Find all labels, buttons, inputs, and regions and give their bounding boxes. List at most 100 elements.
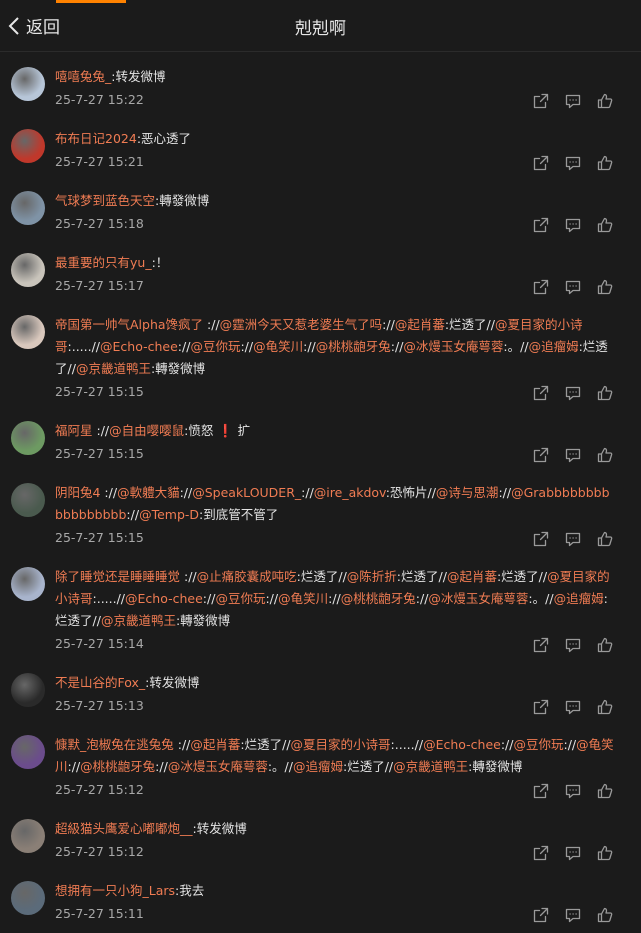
like-button[interactable] [597, 447, 613, 463]
comment-item: 不是山谷的Fox_:转发微博 25-7-27 15:13 [0, 663, 641, 725]
repost-button[interactable] [533, 279, 549, 295]
avatar[interactable] [11, 315, 45, 349]
repost-button[interactable] [533, 217, 549, 233]
username-link[interactable]: 除了睡觉还是睡睡睡觉 [55, 569, 180, 584]
reply-button[interactable] [565, 637, 581, 653]
repost-button[interactable] [533, 845, 549, 861]
like-button[interactable] [597, 93, 613, 109]
reply-button[interactable] [565, 845, 581, 861]
mention-link[interactable]: @起肖蕃 [447, 569, 497, 584]
username-link[interactable]: 气球梦到蓝色天空 [55, 193, 155, 208]
username-link[interactable]: 最重要的只有yu_ [55, 255, 152, 270]
reply-button[interactable] [565, 385, 581, 401]
mention-link[interactable]: @ire_akdov [314, 485, 386, 500]
like-button[interactable] [597, 279, 613, 295]
reply-button[interactable] [565, 93, 581, 109]
avatar[interactable] [11, 253, 45, 287]
comment-text-segment: :恐怖片// [385, 485, 436, 500]
like-button[interactable] [597, 385, 613, 401]
mention-link[interactable]: @追瘤姆 [293, 759, 343, 774]
repost-button[interactable] [533, 531, 549, 547]
mention-link[interactable]: @陈折折 [347, 569, 397, 584]
mention-link[interactable]: @桃桃龅牙兔 [80, 759, 155, 774]
mention-link[interactable]: @豆你玩 [190, 339, 240, 354]
mention-link[interactable]: @京畿道鸭王 [76, 361, 151, 376]
mention-link[interactable]: @龟笑川 [278, 591, 328, 606]
like-button[interactable] [597, 217, 613, 233]
like-button[interactable] [597, 155, 613, 171]
like-button[interactable] [597, 699, 613, 715]
reply-button[interactable] [565, 907, 581, 923]
repost-button[interactable] [533, 907, 549, 923]
reply-button[interactable] [565, 699, 581, 715]
like-button[interactable] [597, 637, 613, 653]
mention-link[interactable]: @桃桃龅牙兔 [341, 591, 416, 606]
mention-link[interactable]: @冰熳玉女庵萼蓉 [428, 591, 528, 606]
mention-link[interactable]: @京畿道鸭王 [393, 759, 468, 774]
reply-button[interactable] [565, 783, 581, 799]
username-link[interactable]: 不是山谷的Fox_ [55, 675, 145, 690]
avatar[interactable] [11, 129, 45, 163]
mention-link[interactable]: @止痛胶囊成吨吃 [197, 569, 297, 584]
comment-text-segment: :.....// [67, 339, 101, 354]
mention-link[interactable]: @追瘤姆 [529, 339, 579, 354]
mention-link[interactable]: @自由嘤嘤鼠 [109, 423, 184, 438]
mention-link[interactable]: @起肖蕃 [190, 737, 240, 752]
like-button[interactable] [597, 531, 613, 547]
username-link[interactable]: 慷默_泡椒兔在逃兔兔 [55, 737, 174, 752]
like-icon [597, 279, 613, 295]
username-link[interactable]: 福阿星 [55, 423, 93, 438]
reply-button[interactable] [565, 217, 581, 233]
username-link[interactable]: 帝国第一帅气Alpha馋疯了 [55, 317, 203, 332]
comment-text-segment: :转发微博 [145, 675, 200, 690]
avatar[interactable] [11, 881, 45, 915]
avatar[interactable] [11, 421, 45, 455]
like-button[interactable] [597, 907, 613, 923]
comment-actions [533, 845, 613, 861]
mention-link[interactable]: @龟笑川 [253, 339, 303, 354]
mention-link[interactable]: @夏目家的小诗哥 [291, 737, 391, 752]
mention-link[interactable]: @追瘤姆 [554, 591, 604, 606]
repost-button[interactable] [533, 637, 549, 653]
mention-link[interactable]: @軟軆大貓 [117, 485, 180, 500]
repost-button[interactable] [533, 699, 549, 715]
mention-link[interactable]: @桃桃龅牙兔 [316, 339, 391, 354]
repost-button[interactable] [533, 155, 549, 171]
like-button[interactable] [597, 845, 613, 861]
username-link[interactable]: 布布日记2024 [55, 131, 137, 146]
avatar[interactable] [11, 567, 45, 601]
mention-link[interactable]: @Echo-chee [125, 591, 203, 606]
mention-link[interactable]: @京畿道鸭王 [101, 613, 176, 628]
repost-button[interactable] [533, 783, 549, 799]
username-link[interactable]: 嘻嘻兔兔_ [55, 69, 111, 84]
reply-button[interactable] [565, 155, 581, 171]
mention-link[interactable]: @冰熳玉女庵萼蓉 [168, 759, 268, 774]
mention-link[interactable]: @Temp-D [139, 507, 199, 522]
reply-button[interactable] [565, 279, 581, 295]
repost-button[interactable] [533, 385, 549, 401]
like-button[interactable] [597, 783, 613, 799]
mention-link[interactable]: @豆你玩 [215, 591, 265, 606]
mention-link[interactable]: @Echo-chee [423, 737, 501, 752]
reply-button[interactable] [565, 531, 581, 547]
mention-link[interactable]: @豆你玩 [513, 737, 563, 752]
avatar[interactable] [11, 483, 45, 517]
mention-link[interactable]: @诗与思潮 [436, 485, 499, 500]
repost-button[interactable] [533, 447, 549, 463]
mention-link[interactable]: @起肖蕃 [395, 317, 445, 332]
avatar[interactable] [11, 673, 45, 707]
mention-link[interactable]: @Echo-chee [100, 339, 178, 354]
username-link[interactable]: 想拥有一只小狗_Lars [55, 883, 175, 898]
avatar[interactable] [11, 67, 45, 101]
avatar[interactable] [11, 735, 45, 769]
mention-link[interactable]: @霆洲今天又惹老婆生气了吗 [220, 317, 383, 332]
mention-link[interactable]: @冰熳玉女庵萼蓉 [403, 339, 503, 354]
repost-button[interactable] [533, 93, 549, 109]
reply-button[interactable] [565, 447, 581, 463]
comment-text: 嘻嘻兔兔_:转发微博 [55, 66, 615, 88]
avatar[interactable] [11, 191, 45, 225]
username-link[interactable]: 超級猫头鹰爱心嘟嘟炮__ [55, 821, 193, 836]
mention-link[interactable]: @SpeakLOUDER_ [192, 485, 301, 500]
username-link[interactable]: 阴阳兔4 [55, 485, 100, 500]
avatar[interactable] [11, 819, 45, 853]
